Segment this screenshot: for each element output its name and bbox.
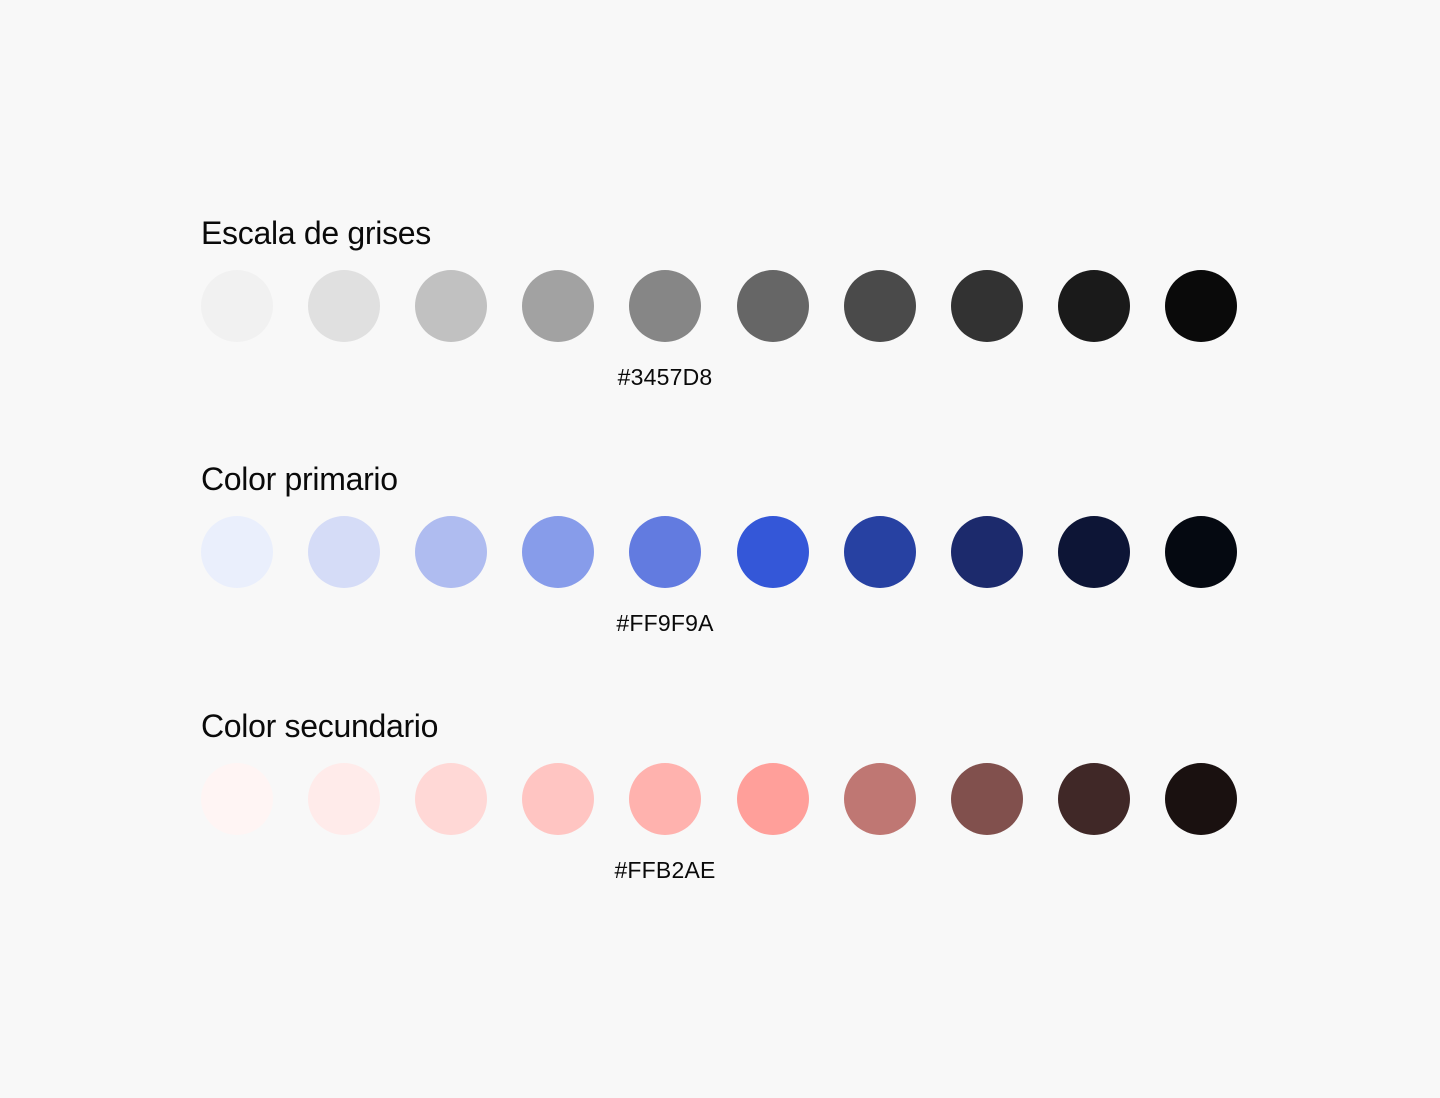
color-swatch bbox=[201, 270, 273, 342]
color-swatch bbox=[951, 516, 1023, 588]
hex-label: #3457D8 bbox=[617, 364, 713, 390]
color-swatch bbox=[1058, 516, 1130, 588]
hex-label: #FF9F9A bbox=[616, 610, 714, 636]
color-swatch bbox=[308, 763, 380, 835]
color-swatch bbox=[951, 270, 1023, 342]
color-swatch bbox=[415, 270, 487, 342]
color-swatch bbox=[951, 763, 1023, 835]
color-swatch bbox=[1165, 270, 1237, 342]
color-swatch bbox=[201, 763, 273, 835]
color-swatch bbox=[844, 516, 916, 588]
color-swatch bbox=[522, 516, 594, 588]
color-swatch bbox=[629, 763, 701, 835]
color-swatch bbox=[201, 516, 273, 588]
color-swatch bbox=[1165, 763, 1237, 835]
palette-grayscale: Escala de grises #3457D8 bbox=[201, 214, 1237, 390]
color-swatch bbox=[737, 763, 809, 835]
palette-secondary: Color secundario #FFB2AE bbox=[201, 707, 1237, 883]
swatch-row bbox=[201, 763, 1237, 835]
color-swatch bbox=[629, 516, 701, 588]
color-swatch bbox=[1058, 270, 1130, 342]
palette-primary: Color primario #FF9F9A bbox=[201, 460, 1237, 636]
palette-title: Color primario bbox=[201, 461, 398, 497]
color-swatch bbox=[737, 270, 809, 342]
color-swatch bbox=[308, 516, 380, 588]
color-swatch bbox=[737, 516, 809, 588]
palette-title: Color secundario bbox=[201, 708, 439, 744]
color-swatch bbox=[1058, 763, 1130, 835]
color-swatch bbox=[522, 270, 594, 342]
color-swatch bbox=[415, 763, 487, 835]
swatch-row bbox=[201, 516, 1237, 588]
color-swatch bbox=[844, 763, 916, 835]
color-swatch bbox=[522, 763, 594, 835]
color-swatch bbox=[1165, 516, 1237, 588]
hex-label: #FFB2AE bbox=[614, 857, 716, 883]
color-swatch bbox=[629, 270, 701, 342]
color-swatch bbox=[308, 270, 380, 342]
swatch-row bbox=[201, 270, 1237, 342]
color-swatch bbox=[844, 270, 916, 342]
color-swatch bbox=[415, 516, 487, 588]
palette-title: Escala de grises bbox=[201, 215, 431, 251]
